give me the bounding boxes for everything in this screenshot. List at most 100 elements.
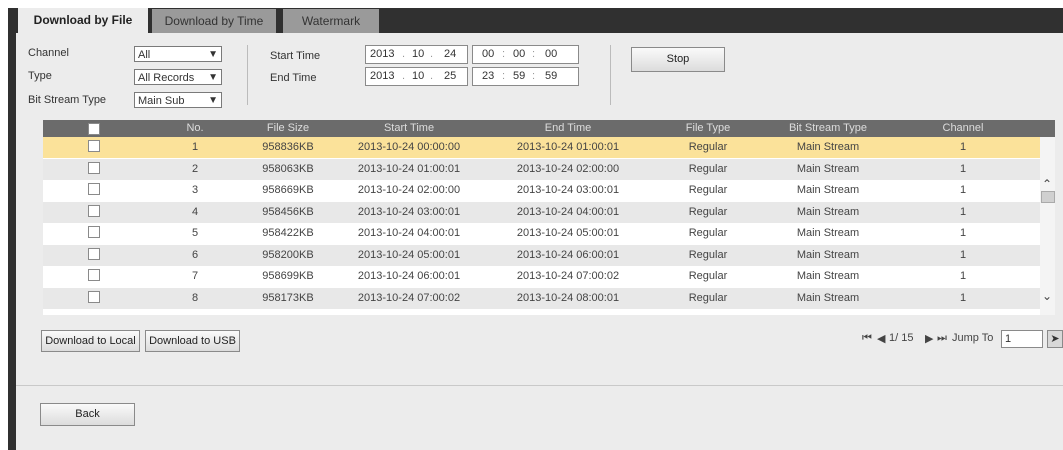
start-day[interactable]: 24 (444, 46, 456, 63)
jump-to-label: Jump To (952, 332, 994, 344)
channel-label: Channel (28, 47, 69, 59)
cell-start-time: 2013-10-24 01:00:01 (357, 162, 461, 175)
tab-download-by-file[interactable]: Download by File (18, 8, 148, 33)
date-separator: . (402, 48, 406, 60)
cell-end-time: 2013-10-24 07:00:02 (516, 270, 620, 282)
table-row[interactable]: 1 958836KB 2013-10-24 00:00:00 2013-10-24 0… (43, 137, 1040, 158)
row-checkbox[interactable] (88, 269, 100, 281)
start-year[interactable]: 2013 (370, 46, 394, 63)
end-month[interactable]: 10 (412, 68, 424, 85)
cell-file-type: Regular (688, 270, 728, 282)
cell-bit-stream-type: Main Stream (796, 291, 860, 304)
cell-start-time: 2013-10-24 04:00:01 (357, 227, 461, 239)
start-minute[interactable]: 00 (513, 46, 525, 63)
cell-start-time: 2013-10-24 02:00:00 (357, 184, 461, 196)
scroll-thumb[interactable] (1041, 191, 1055, 203)
date-separator: . (430, 48, 434, 60)
jump-to-input[interactable]: 1 (1001, 330, 1043, 348)
table-row[interactable]: 2 958063KB 2013-10-24 01:00:01 2013-10-24 0… (43, 158, 1040, 180)
cell-file-type: Regular (688, 162, 728, 175)
end-second[interactable]: 59 (545, 68, 557, 85)
scroll-down-icon[interactable]: ⌄ (1042, 289, 1052, 303)
row-checkbox[interactable] (88, 247, 100, 260)
prev-page-icon[interactable]: ◀ (877, 332, 885, 345)
cell-file-size: 958836KB (262, 141, 314, 153)
first-page-icon[interactable]: ⏮ (862, 332, 872, 345)
type-select[interactable]: All Records ▼ (134, 69, 222, 85)
cell-bit-stream-type: Main Stream (796, 227, 860, 239)
row-checkbox[interactable] (88, 140, 100, 152)
download-to-local-button[interactable]: Download to Local (41, 330, 140, 352)
cell-file-type: Regular (688, 184, 728, 196)
table-row[interactable]: 7 958699KB 2013-10-24 06:00:01 2013-10-24 0… (43, 266, 1040, 287)
cell-start-time: 2013-10-24 03:00:01 (357, 205, 461, 218)
start-date-field[interactable]: 2013 . 10 . 24 (365, 45, 468, 64)
last-page-icon[interactable]: ⏭ (937, 332, 947, 345)
row-checkbox[interactable] (88, 161, 100, 174)
col-bit-stream-type: Bit Stream Type (788, 122, 868, 134)
select-all-checkbox[interactable] (88, 123, 100, 135)
end-time-label: End Time (270, 72, 317, 84)
end-day[interactable]: 25 (444, 68, 456, 85)
stop-button[interactable]: Stop (631, 47, 725, 72)
cell-no: 1 (191, 141, 199, 153)
end-year[interactable]: 2013 (370, 68, 394, 85)
cell-no: 6 (191, 248, 199, 261)
start-time-label: Start Time (270, 50, 321, 62)
table-row[interactable]: 3 958669KB 2013-10-24 02:00:00 2013-10-24 0… (43, 180, 1040, 201)
row-checkbox[interactable] (88, 290, 100, 303)
end-minute[interactable]: 59 (513, 68, 525, 85)
cell-bit-stream-type: Main Stream (796, 184, 860, 196)
table-row[interactable]: 4 958456KB 2013-10-24 03:00:01 2013-10-24 0… (43, 201, 1040, 223)
cell-no: 3 (191, 184, 199, 196)
cell-bit-stream-type: Main Stream (796, 270, 860, 282)
cell-bit-stream-type: Main Stream (796, 248, 860, 261)
page-indicator: 1/ 15 (889, 332, 914, 344)
scroll-up-icon[interactable]: ⌃ (1042, 177, 1052, 191)
col-start-time: Start Time (383, 122, 435, 134)
tab-download-by-time[interactable]: Download by Time (152, 9, 276, 33)
next-page-icon[interactable]: ▶ (925, 332, 933, 345)
table-row[interactable]: 6 958200KB 2013-10-24 05:00:01 2013-10-24 0… (43, 244, 1040, 266)
cell-channel: 1 (959, 184, 967, 196)
cell-channel: 1 (959, 270, 967, 282)
end-time-field[interactable]: 23 : 59 : 59 (472, 67, 579, 86)
cell-start-time: 2013-10-24 07:00:02 (357, 291, 461, 304)
table-row[interactable]: 8 958173KB 2013-10-24 07:00:02 2013-10-24 0… (43, 287, 1040, 309)
cell-start-time: 2013-10-24 05:00:01 (357, 248, 461, 261)
start-time-field[interactable]: 00 : 00 : 00 (472, 45, 579, 64)
start-second[interactable]: 00 (545, 46, 557, 63)
cell-file-type: Regular (688, 248, 728, 261)
row-checkbox[interactable] (88, 183, 100, 195)
bitstream-select[interactable]: Main Sub ▼ (134, 92, 222, 108)
cell-bit-stream-type: Main Stream (796, 141, 860, 153)
bitstream-value: Main Sub (138, 95, 185, 107)
end-hour[interactable]: 23 (482, 68, 494, 85)
go-icon[interactable]: ➤ (1047, 330, 1063, 348)
start-month[interactable]: 10 (412, 46, 424, 63)
bitstream-label: Bit Stream Type (28, 94, 107, 106)
cell-no: 5 (191, 227, 199, 239)
cell-end-time: 2013-10-24 01:00:01 (516, 141, 620, 153)
table-header: No. File Size Start Time End Time File T… (43, 120, 1055, 137)
cell-end-time: 2013-10-24 08:00:01 (516, 291, 620, 304)
cell-no: 4 (191, 205, 199, 218)
row-checkbox[interactable] (88, 204, 100, 217)
time-separator: : (502, 70, 506, 82)
cell-end-time: 2013-10-24 03:00:01 (516, 184, 620, 196)
back-button[interactable]: Back (40, 403, 135, 426)
table-scrollbar[interactable]: ⌃ ⌄ (1040, 137, 1055, 315)
dropdown-arrow-icon: ▼ (208, 95, 218, 106)
channel-select[interactable]: All ▼ (134, 46, 222, 62)
cell-end-time: 2013-10-24 05:00:01 (516, 227, 620, 239)
tab-watermark[interactable]: Watermark (283, 9, 379, 33)
cell-file-size: 958422KB (262, 227, 314, 239)
cell-no: 8 (191, 291, 199, 304)
table-row[interactable]: 5 958422KB 2013-10-24 04:00:01 2013-10-24 0… (43, 223, 1040, 244)
end-date-field[interactable]: 2013 . 10 . 25 (365, 67, 468, 86)
col-channel: Channel (942, 122, 984, 134)
start-hour[interactable]: 00 (482, 46, 494, 63)
divider (16, 385, 1063, 386)
row-checkbox[interactable] (88, 226, 100, 238)
download-to-usb-button[interactable]: Download to USB (145, 330, 240, 352)
